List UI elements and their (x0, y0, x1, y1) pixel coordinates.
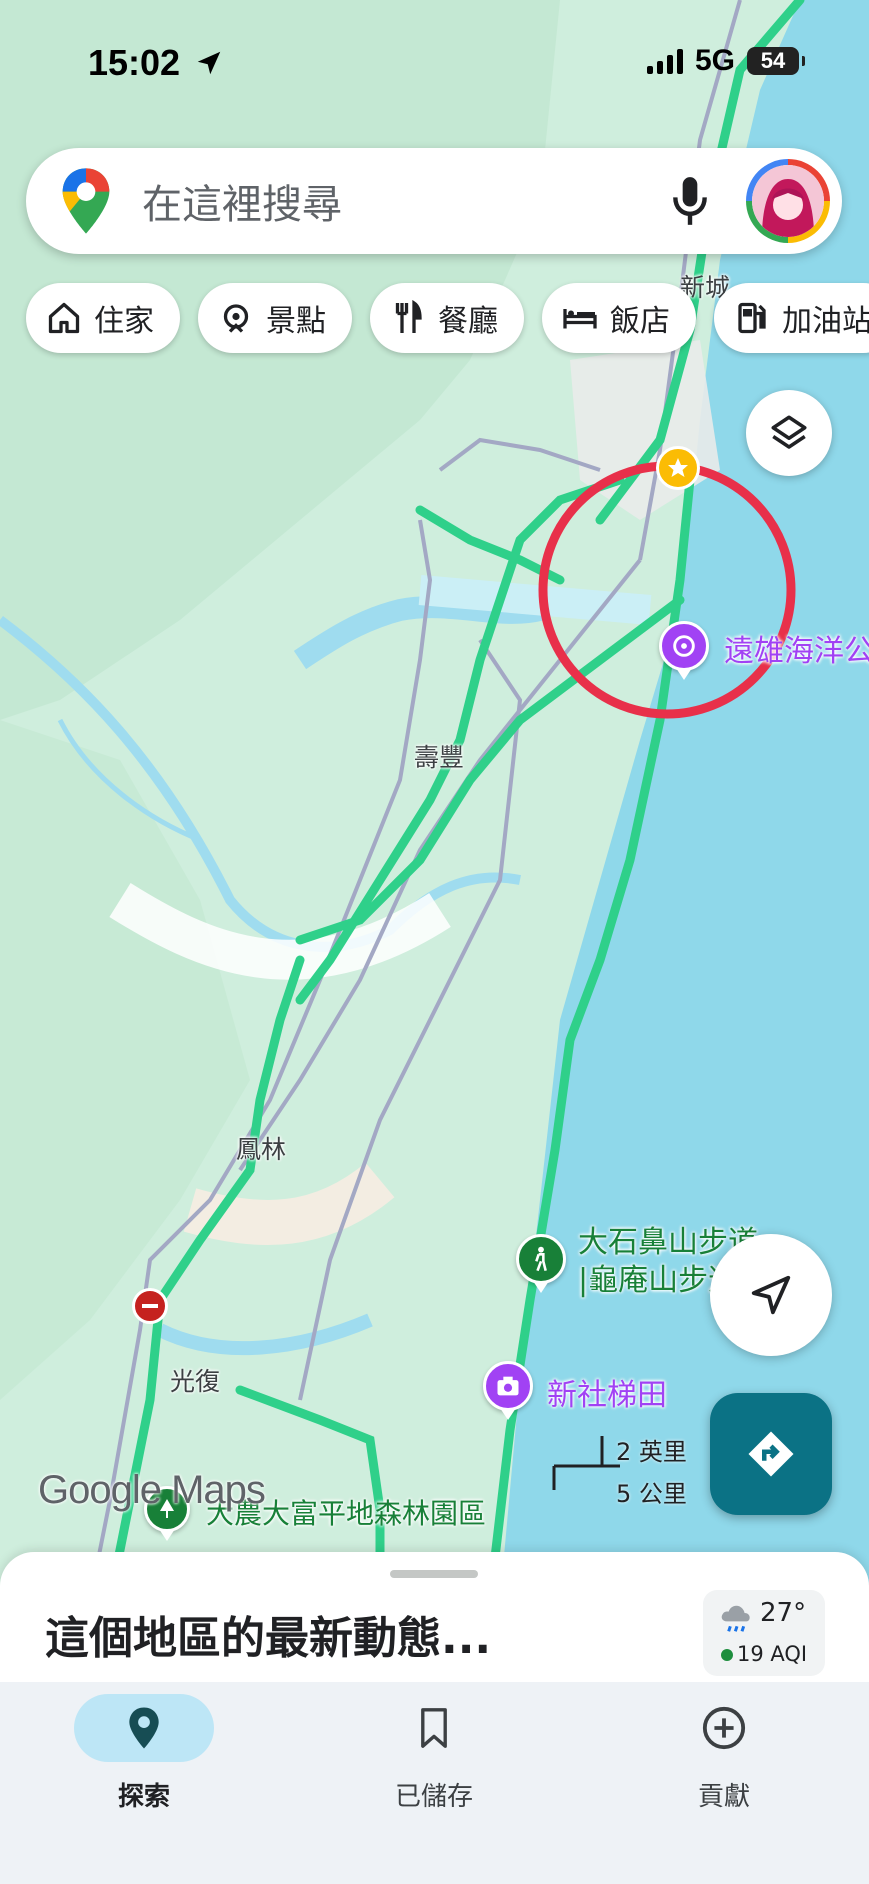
nav-saved-pill (364, 1694, 504, 1762)
my-location-button[interactable] (710, 1234, 832, 1356)
microphone-icon[interactable] (668, 173, 712, 229)
bottom-nav: 探索 已儲存 貢獻 (0, 1682, 869, 1884)
camera-icon[interactable] (483, 1361, 533, 1411)
chip-attractions-label: 景點 (266, 304, 326, 339)
bookmark-icon (421, 1708, 447, 1748)
amusement-park-icon[interactable] (659, 621, 709, 671)
google-maps-watermark: Google Maps (38, 1468, 266, 1512)
weather-aqi: 19 AQI (737, 1642, 808, 1666)
category-chips: 住家 景點 餐廳 飯店 加油站 (26, 283, 869, 353)
weather-card[interactable]: 27° 19 AQI (703, 1590, 825, 1676)
nav-tab-contribute[interactable]: 貢獻 (624, 1694, 824, 1834)
place-label-shoufeng: 壽豐 (414, 743, 465, 772)
rain-cloud-icon (721, 1605, 750, 1632)
road-closure-icon[interactable] (132, 1288, 168, 1324)
google-maps-logo-icon (62, 168, 110, 234)
chip-gas-stations-label: 加油站 (782, 304, 869, 339)
weather-temperature: 27° (760, 1598, 807, 1628)
scale-imperial: 2 英里 (616, 1438, 687, 1466)
nav-saved-label: 已儲存 (394, 1782, 473, 1812)
chip-restaurants[interactable]: 餐廳 (370, 283, 524, 353)
battery-level: 54 (760, 48, 786, 73)
scale-metric: 5 公里 (616, 1480, 687, 1508)
cellular-signal-icon (646, 48, 683, 74)
navigation-arrow-icon (751, 1275, 791, 1315)
nav-contribute-pill (654, 1694, 794, 1762)
sheet-title: 這個地區的最新動態... (45, 1613, 492, 1664)
nav-tab-explore[interactable]: 探索 (44, 1694, 244, 1834)
place-label-fenglin: 鳳林 (236, 1135, 287, 1164)
nav-contribute-label: 貢獻 (697, 1782, 750, 1812)
home-icon (48, 302, 80, 334)
gas-station-icon (738, 302, 766, 334)
chip-home[interactable]: 住家 (26, 283, 180, 353)
nav-explore-pill (74, 1694, 214, 1762)
bottom-sheet[interactable]: 這個地區的最新動態... 27° 19 AQI (0, 1552, 869, 1682)
layers-icon (771, 415, 807, 449)
star-marker-icon[interactable] (656, 446, 700, 490)
add-circle-icon (702, 1706, 746, 1750)
chip-hotels[interactable]: 飯店 (542, 283, 696, 353)
battery-icon: 54 (747, 47, 805, 75)
chip-home-label: 住家 (94, 304, 154, 339)
chip-hotels-label: 飯店 (610, 304, 670, 339)
explore-pin-icon (129, 1707, 159, 1749)
aqi-status-dot (721, 1649, 733, 1661)
status-indicators: 5G 54 (646, 44, 805, 78)
sheet-drag-handle[interactable] (390, 1570, 478, 1578)
avatar[interactable] (746, 159, 830, 243)
map-layers-button[interactable] (746, 390, 832, 476)
chip-gas-stations[interactable]: 加油站 (714, 283, 869, 353)
poi-label-xinshe-terraces[interactable]: 新社梯田 (547, 1370, 667, 1414)
restaurant-icon (395, 300, 422, 333)
chip-restaurants-label: 餐廳 (438, 304, 498, 339)
network-type: 5G (694, 44, 735, 77)
directions-icon (748, 1431, 794, 1477)
hotel-icon (563, 309, 597, 329)
nav-explore-label: 探索 (117, 1782, 170, 1812)
directions-button[interactable] (710, 1393, 832, 1515)
search-bar[interactable]: 在這裡搜尋 (26, 148, 842, 254)
hiking-icon[interactable] (516, 1234, 566, 1284)
status-time: 15:02 (88, 42, 181, 83)
attraction-icon (223, 304, 249, 333)
search-input[interactable]: 在這裡搜尋 (142, 172, 668, 230)
map-scale: 2 英里 5 公里 (550, 1432, 700, 1508)
status-bar: 15:02 5G 54 (0, 0, 869, 130)
location-arrow-icon (197, 51, 221, 75)
nav-tab-saved[interactable]: 已儲存 (334, 1694, 534, 1834)
profile-picture-icon (752, 165, 824, 237)
place-label-guangfu: 光復 (170, 1367, 221, 1396)
chip-attractions[interactable]: 景點 (198, 283, 352, 353)
poi-label-farglory-ocean-park[interactable]: 遠雄海洋公園 (724, 626, 869, 670)
